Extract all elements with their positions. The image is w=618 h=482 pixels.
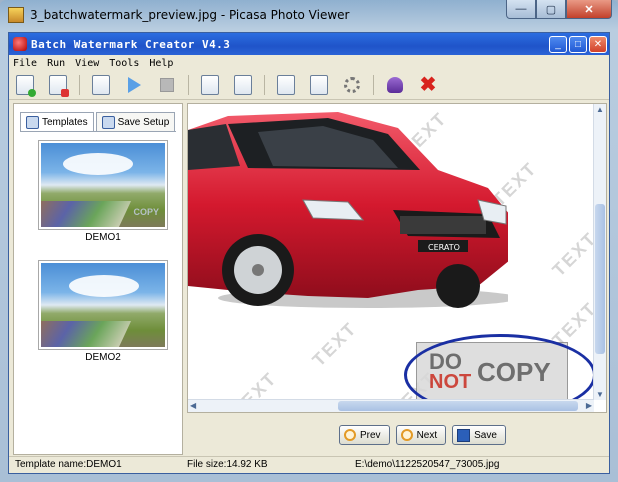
save-icon <box>101 115 115 129</box>
watermark-text: TEXT <box>308 317 361 371</box>
template-label-demo1: DEMO1 <box>85 232 121 243</box>
template-panel: Templates Save Setup COPY DEMO1 DEMO2 <box>13 103 183 455</box>
run-button[interactable] <box>122 73 146 97</box>
user-icon <box>387 77 403 93</box>
delete-file-icon <box>49 75 69 97</box>
save-button[interactable]: Save <box>452 425 506 445</box>
save-icon <box>457 428 471 442</box>
toolbar: ✖ <box>9 71 609 100</box>
status-file-size: File size:14.92 KB <box>187 459 268 470</box>
template-thumb-demo1[interactable]: COPY <box>38 140 168 230</box>
picasa-window: 3_batchwatermark_preview.jpg - Picasa Ph… <box>0 0 618 482</box>
thumb-watermark: COPY <box>133 207 159 217</box>
scroll-down-arrow[interactable]: ▼ <box>596 390 604 399</box>
status-path: E:\demo\1122520547_73005.jpg <box>355 459 500 470</box>
new-file-button[interactable] <box>13 73 37 97</box>
tab-templates[interactable]: Templates <box>20 112 94 131</box>
toolbar-separator <box>79 75 80 95</box>
template-image <box>41 263 165 347</box>
menu-run[interactable]: Run <box>47 58 65 69</box>
preview-button[interactable] <box>89 73 113 97</box>
menu-tools[interactable]: Tools <box>109 58 139 69</box>
prev-button[interactable]: Prev <box>339 425 390 445</box>
app-maximize-button[interactable]: □ <box>569 36 587 53</box>
tab-save-setup[interactable]: Save Setup <box>95 112 176 131</box>
horizontal-scrollbar[interactable]: ◀ ▶ <box>188 399 594 412</box>
scroll-left-arrow[interactable]: ◀ <box>190 401 196 410</box>
preview-icon <box>92 75 110 95</box>
scroll-right-arrow[interactable]: ▶ <box>586 401 592 410</box>
batch-watermark-window: Batch Watermark Creator V4.3 _ □ ✕ File … <box>8 32 610 474</box>
search-icon <box>310 75 328 95</box>
picasa-close-button[interactable]: ✕ <box>566 0 612 19</box>
text-button[interactable] <box>198 73 222 97</box>
stop-button[interactable] <box>155 73 179 97</box>
toolbar-separator <box>188 75 189 95</box>
next-icon <box>400 429 413 441</box>
menu-view[interactable]: View <box>75 58 99 69</box>
paste-icon <box>277 75 295 95</box>
car-badge: CERATO <box>428 243 460 252</box>
template-image: COPY <box>41 143 165 227</box>
horizontal-scroll-thumb[interactable] <box>338 401 578 411</box>
prev-label: Prev <box>360 429 381 441</box>
run-icon <box>127 77 141 93</box>
vertical-scrollbar[interactable]: ▲ ▼ <box>593 104 606 400</box>
settings-button[interactable] <box>340 73 364 97</box>
picasa-window-title: 3_batchwatermark_preview.jpg - Picasa Ph… <box>30 8 350 22</box>
picasa-icon <box>8 7 24 23</box>
picasa-minimize-button[interactable]: — <box>506 0 536 19</box>
toolbar-separator <box>264 75 265 95</box>
templates-icon <box>26 115 39 129</box>
tab-save-setup-label: Save Setup <box>117 116 170 128</box>
picasa-maximize-button[interactable]: ▢ <box>536 0 566 19</box>
text-icon <box>201 75 219 95</box>
save-label: Save <box>474 429 497 441</box>
stop-icon <box>160 78 174 92</box>
delete-file-button[interactable] <box>46 73 70 97</box>
app-minimize-button[interactable]: _ <box>549 36 567 53</box>
image-icon <box>234 75 252 95</box>
paste-button[interactable] <box>274 73 298 97</box>
car-image: CERATO <box>188 112 508 308</box>
template-thumb-demo2[interactable] <box>38 260 168 350</box>
app-title-bar: Batch Watermark Creator V4.3 _ □ ✕ <box>9 33 609 55</box>
exit-button[interactable]: ✖ <box>416 73 440 97</box>
app-close-button[interactable]: ✕ <box>589 36 607 53</box>
vertical-scroll-thumb[interactable] <box>595 204 605 354</box>
status-bar: Template name:DEMO1 File size:14.92 KB E… <box>9 456 609 473</box>
menu-help[interactable]: Help <box>149 58 173 69</box>
status-template: Template name:DEMO1 <box>15 459 122 470</box>
image-button[interactable] <box>231 73 255 97</box>
template-label-demo2: DEMO2 <box>85 352 121 363</box>
next-button[interactable]: Next <box>395 425 447 445</box>
picasa-title-bar: 3_batchwatermark_preview.jpg - Picasa Ph… <box>8 6 349 24</box>
search-button[interactable] <box>307 73 331 97</box>
new-file-icon <box>16 75 36 97</box>
tab-divider <box>20 131 176 132</box>
user-button[interactable] <box>383 73 407 97</box>
toolbar-separator <box>373 75 374 95</box>
scroll-up-arrow[interactable]: ▲ <box>596 105 604 114</box>
next-label: Next <box>416 429 438 441</box>
exit-icon: ✖ <box>419 74 437 96</box>
tab-templates-label: Templates <box>42 116 88 128</box>
app-title: Batch Watermark Creator V4.3 <box>31 37 231 51</box>
app-logo-icon <box>13 37 27 51</box>
prev-icon <box>344 429 356 441</box>
gear-icon <box>344 77 360 93</box>
preview-pane: TEXT TEXT TEXT TEXT TEXT TEXT TEXT CERAT… <box>187 103 607 413</box>
menu-file[interactable]: File <box>13 58 37 69</box>
menu-bar: File Run View Tools Help <box>9 55 609 71</box>
